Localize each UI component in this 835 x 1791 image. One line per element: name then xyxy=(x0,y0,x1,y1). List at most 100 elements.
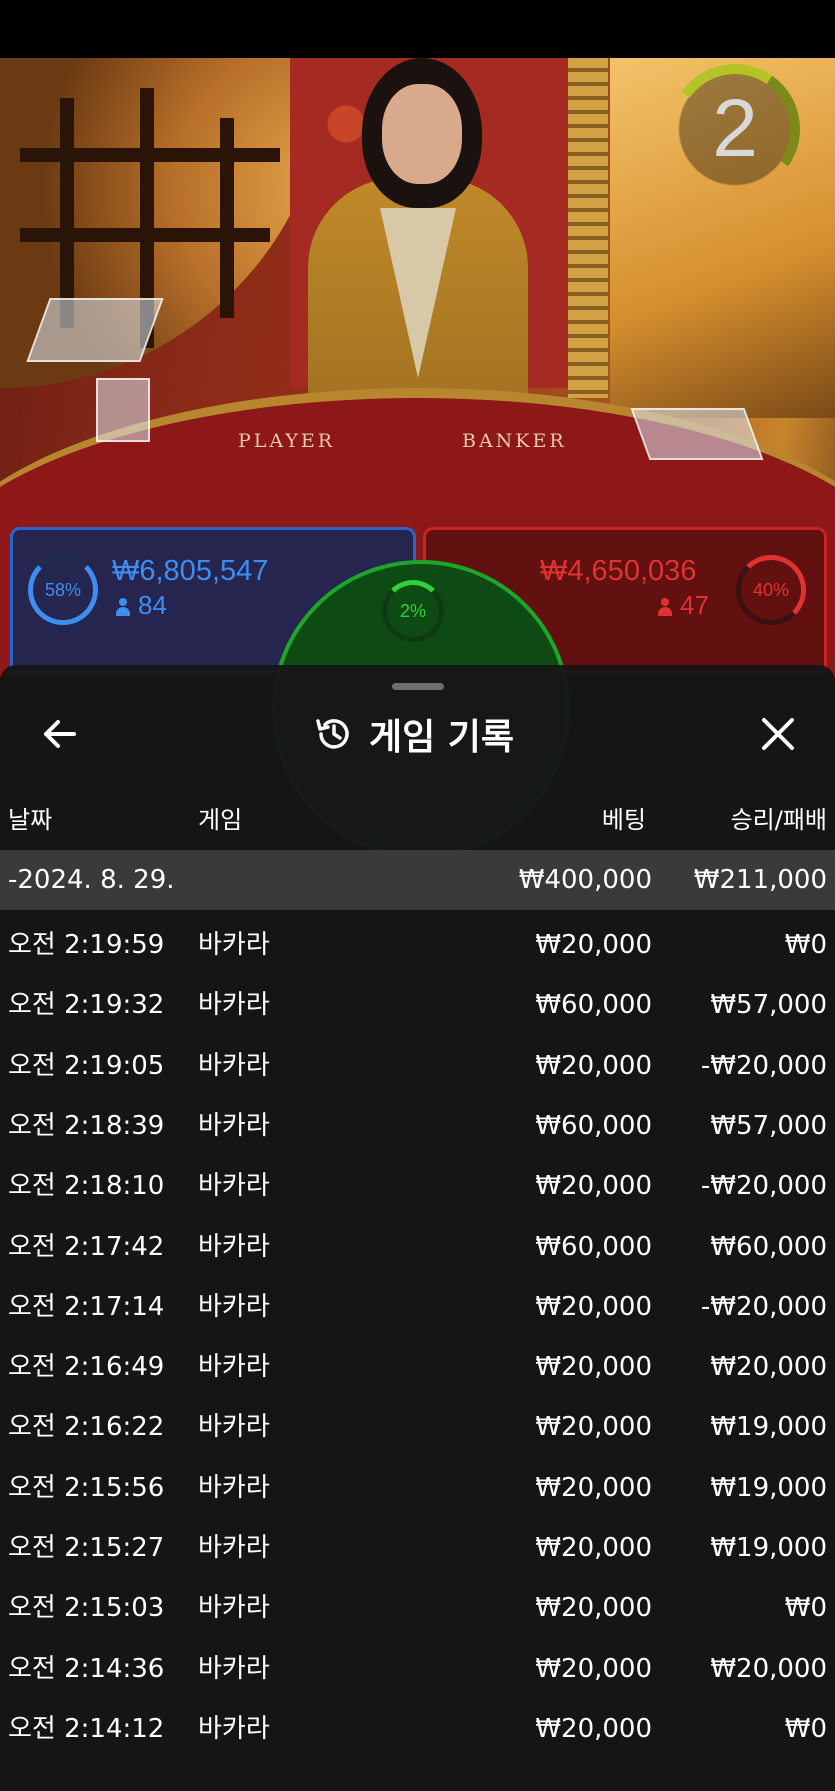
history-row[interactable]: 오전 2:18:39 바카라 ₩60,000 ₩57,000 xyxy=(0,1096,835,1156)
row-game: 바카라 xyxy=(198,1352,270,1383)
row-time: 오전 2:15:56 xyxy=(8,1472,165,1503)
row-game: 바카라 xyxy=(198,1110,270,1141)
row-game: 바카라 xyxy=(198,930,270,960)
history-row[interactable]: 오전 2:19:05 바카라 ₩20,000 -₩20,000 xyxy=(0,1036,835,1096)
row-game: 바카라 xyxy=(198,1653,270,1684)
history-row[interactable]: 오전 2:14:12 바카라 ₩20,000 ₩0 xyxy=(0,1699,835,1759)
column-header-bet[interactable]: 베팅 xyxy=(602,800,646,835)
row-time: 오전 2:19:59 xyxy=(8,930,165,960)
history-row[interactable]: 오전 2:16:49 바카라 ₩20,000 ₩20,000 xyxy=(0,1337,835,1397)
arrow-left-icon xyxy=(44,720,76,748)
history-row[interactable]: 오전 2:15:56 바카라 ₩20,000 ₩19,000 xyxy=(0,1458,835,1518)
row-time: 오전 2:15:27 xyxy=(8,1533,165,1563)
row-bet: ₩20,000 xyxy=(535,1713,652,1744)
row-bet: ₩20,000 xyxy=(535,930,652,960)
back-button[interactable] xyxy=(38,712,82,756)
row-result: ₩57,000 xyxy=(710,990,827,1021)
row-result: ₩19,000 xyxy=(710,1472,827,1503)
column-header-result[interactable]: 승리/패배 xyxy=(731,800,827,835)
player-percent-ring: 58% xyxy=(28,555,98,625)
status-bar xyxy=(0,0,835,58)
row-game: 바카라 xyxy=(198,1713,270,1744)
user-icon xyxy=(116,598,130,617)
row-game: 바카라 xyxy=(198,1050,270,1081)
row-bet: ₩20,000 xyxy=(535,1533,652,1563)
row-game: 바카라 xyxy=(198,1472,270,1503)
column-header-game[interactable]: 게임 xyxy=(198,800,242,835)
table-banker-label: BANKER xyxy=(462,430,567,452)
date-group-row[interactable]: -2024. 8. 29. ₩400,000 ₩211,000 xyxy=(0,850,835,910)
history-row[interactable]: 오전 2:15:27 바카라 ₩20,000 ₩19,000 xyxy=(0,1518,835,1578)
row-result: ₩20,000 xyxy=(710,1352,827,1383)
row-game: 바카라 xyxy=(198,1171,270,1202)
player-bet-amount: ₩6,805,547 xyxy=(112,555,269,587)
row-game: 바카라 xyxy=(198,990,270,1021)
row-game: 바카라 xyxy=(198,1291,270,1322)
row-time: 오전 2:16:22 xyxy=(8,1412,165,1443)
row-game: 바카라 xyxy=(198,1533,270,1563)
row-bet: ₩20,000 xyxy=(535,1593,652,1624)
row-result: ₩57,000 xyxy=(710,1110,827,1141)
column-header-date[interactable]: 날짜 xyxy=(8,800,52,835)
row-time: 오전 2:14:12 xyxy=(8,1713,165,1744)
row-result: ₩19,000 xyxy=(710,1533,827,1563)
row-bet: ₩60,000 xyxy=(535,990,652,1021)
banker-percent-ring: 40% xyxy=(736,555,806,625)
row-result: -₩20,000 xyxy=(700,1050,827,1081)
row-result: -₩20,000 xyxy=(700,1171,827,1202)
row-time: 오전 2:14:36 xyxy=(8,1653,165,1684)
user-icon xyxy=(658,598,672,617)
row-time: 오전 2:15:03 xyxy=(8,1593,165,1624)
card-shoe-left xyxy=(26,298,164,362)
history-row[interactable]: 오전 2:19:32 바카라 ₩60,000 ₩57,000 xyxy=(0,975,835,1035)
row-game: 바카라 xyxy=(198,1412,270,1443)
date-group-date: -2024. 8. 29. xyxy=(8,865,175,895)
player-bettor-count: 84 xyxy=(116,590,167,621)
row-result: ₩19,000 xyxy=(710,1412,827,1443)
table-player-label: PLAYER xyxy=(238,430,336,452)
history-row[interactable]: 오전 2:18:10 바카라 ₩20,000 -₩20,000 xyxy=(0,1156,835,1216)
row-game: 바카라 xyxy=(198,1231,270,1262)
row-bet: ₩20,000 xyxy=(535,1412,652,1443)
card-stack xyxy=(96,378,150,442)
row-bet: ₩20,000 xyxy=(535,1653,652,1684)
card-shoe-right xyxy=(630,408,764,460)
row-result: ₩20,000 xyxy=(710,1653,827,1684)
history-header: 게임 기록 xyxy=(313,704,514,764)
banker-percent: 40% xyxy=(752,579,790,600)
history-icon xyxy=(316,719,349,749)
tie-percent-ring: 2% xyxy=(382,580,444,642)
close-icon xyxy=(762,718,794,750)
row-result: -₩20,000 xyxy=(700,1291,827,1322)
history-row[interactable]: 오전 2:17:42 바카라 ₩60,000 ₩60,000 xyxy=(0,1217,835,1277)
history-row[interactable]: 오전 2:17:14 바카라 ₩20,000 -₩20,000 xyxy=(0,1277,835,1337)
row-result: ₩0 xyxy=(784,1713,827,1744)
sheet-drag-handle[interactable] xyxy=(392,683,444,690)
history-row[interactable]: 오전 2:16:22 바카라 ₩20,000 ₩19,000 xyxy=(0,1397,835,1457)
history-row[interactable]: 오전 2:15:03 바카라 ₩20,000 ₩0 xyxy=(0,1578,835,1638)
tie-percent: 2% xyxy=(399,600,426,621)
history-row[interactable]: 오전 2:14:36 바카라 ₩20,000 ₩20,000 xyxy=(0,1639,835,1699)
date-group-bet-total: ₩400,000 xyxy=(518,865,652,895)
close-button[interactable] xyxy=(756,712,800,756)
row-bet: ₩60,000 xyxy=(535,1110,652,1141)
history-title: 게임 기록 xyxy=(369,717,515,758)
row-result: ₩0 xyxy=(784,930,827,960)
row-time: 오전 2:17:14 xyxy=(8,1291,165,1322)
banker-bet-amount: ₩4,650,036 xyxy=(540,555,697,587)
banker-bettor-count: 47 xyxy=(658,590,709,621)
row-time: 오전 2:19:32 xyxy=(8,990,165,1021)
timer-value: 2 xyxy=(712,83,758,174)
row-result: ₩0 xyxy=(784,1593,827,1624)
row-bet: ₩20,000 xyxy=(535,1472,652,1503)
row-time: 오전 2:18:10 xyxy=(8,1171,165,1202)
row-bet: ₩20,000 xyxy=(535,1291,652,1322)
history-row[interactable]: 오전 2:19:59 바카라 ₩20,000 ₩0 xyxy=(0,915,835,975)
row-bet: ₩20,000 xyxy=(535,1050,652,1081)
row-result: ₩60,000 xyxy=(710,1231,827,1262)
row-time: 오전 2:17:42 xyxy=(8,1231,165,1262)
row-bet: ₩20,000 xyxy=(535,1171,652,1202)
date-group-result-total: ₩211,000 xyxy=(693,865,827,895)
gold-pillar-decor xyxy=(568,58,608,398)
row-time: 오전 2:19:05 xyxy=(8,1050,165,1081)
